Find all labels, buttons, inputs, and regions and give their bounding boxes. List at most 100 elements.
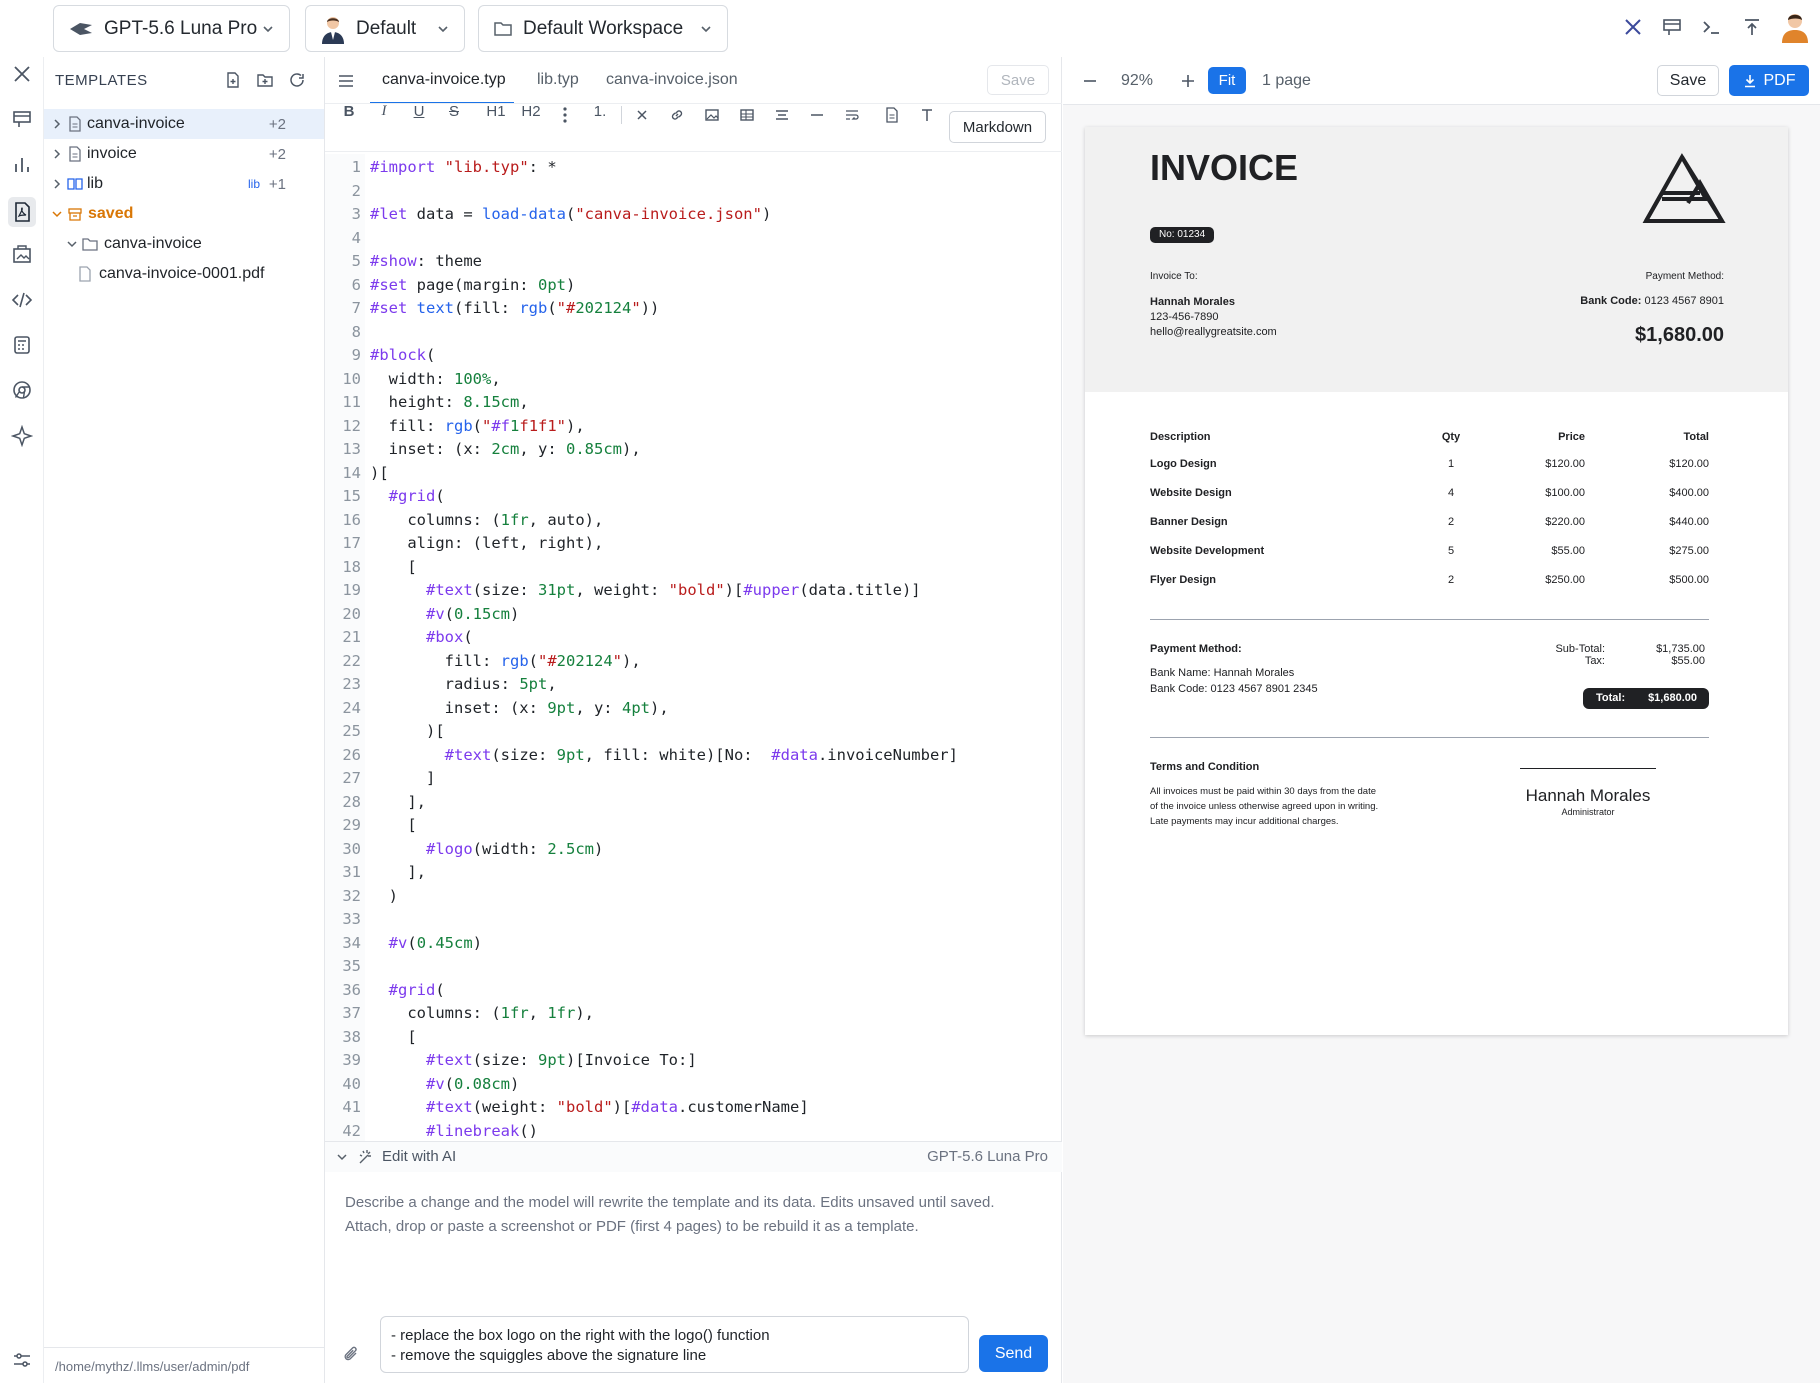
new-file-icon[interactable]: [224, 71, 242, 89]
code-line: fill: rgb("#f1f1f1"),: [370, 416, 585, 435]
image-icon[interactable]: [704, 107, 720, 123]
code-icon[interactable]: [9, 287, 35, 313]
heading1-button[interactable]: H1: [481, 103, 511, 120]
text-type-icon[interactable]: [919, 107, 935, 123]
signature-name: Hannah Morales: [1525, 786, 1651, 805]
code-line: ): [370, 886, 398, 905]
terminal-icon[interactable]: [1700, 16, 1722, 38]
code-line: width: 100%,: [370, 369, 501, 388]
line-number: 20: [342, 604, 361, 623]
workspace-selector[interactable]: Default Workspace: [478, 5, 728, 52]
tree-item-invoice[interactable]: invoice +2: [44, 139, 324, 169]
clear-format-icon[interactable]: [634, 107, 650, 123]
code-line: #grid(: [388, 980, 445, 999]
tree-item-canva-invoice[interactable]: canva-invoice +2: [44, 109, 324, 139]
line-number: 22: [342, 651, 361, 670]
model-selector[interactable]: GPT-5.6 Luna Pro: [53, 5, 290, 52]
ai-prompt-input[interactable]: - replace the box logo on the right with…: [380, 1316, 969, 1373]
upload-icon[interactable]: [1741, 16, 1763, 38]
menu-icon[interactable]: [337, 72, 355, 90]
zoom-out-icon[interactable]: [1081, 72, 1099, 90]
user-avatar[interactable]: [1780, 11, 1810, 43]
ai-panel-header[interactable]: Edit with AI GPT-5.6 Luna Pro: [325, 1142, 1062, 1172]
magic-wand-icon: [357, 1148, 375, 1166]
folder-icon: [81, 235, 99, 253]
underline-button[interactable]: U: [405, 103, 433, 120]
subtotal-label: Sub-Total:: [1555, 643, 1605, 655]
row-price: $100.00: [1545, 487, 1585, 499]
tab-lib-typ[interactable]: lib.typ: [537, 71, 579, 89]
line-number: 9: [351, 346, 361, 364]
gallery-icon[interactable]: [9, 241, 35, 267]
row-qty: 2: [1447, 574, 1455, 586]
code-editor[interactable]: 1 #import "lib.typ": * 2 3 #let data = load-…: [325, 154, 1062, 1141]
row-description: Website Design: [1150, 487, 1232, 499]
line-number: 10: [342, 369, 361, 388]
settings-sliders-icon[interactable]: [9, 1347, 35, 1373]
file-path: /home/mythz/.llms/user/admin/pdf: [55, 1359, 250, 1374]
total-label: Total:: [1596, 692, 1626, 704]
pdf-icon[interactable]: [8, 197, 36, 227]
tools-icon[interactable]: [9, 61, 35, 87]
horizontal-rule-icon[interactable]: [809, 107, 825, 123]
divider: [1150, 737, 1709, 738]
refresh-icon[interactable]: [288, 71, 306, 89]
heading2-button[interactable]: H2: [516, 103, 546, 120]
link-icon[interactable]: [669, 107, 685, 123]
line-number: 18: [342, 557, 361, 576]
line-number: 15: [342, 487, 361, 505]
projector-icon[interactable]: [1661, 16, 1683, 38]
change-count: +2: [268, 115, 286, 133]
tab-canva-invoice-typ[interactable]: canva-invoice.typ: [382, 71, 506, 89]
calculator-icon[interactable]: [9, 332, 35, 358]
lib-badge: lib: [247, 177, 260, 191]
bold-button[interactable]: B: [335, 103, 363, 120]
line-number: 7: [351, 299, 361, 317]
projector-icon[interactable]: [9, 106, 35, 132]
browser-icon[interactable]: [9, 377, 35, 403]
chevron-down-icon: [436, 22, 450, 36]
code-line: #box(: [426, 628, 473, 646]
zoom-in-icon[interactable]: [1179, 72, 1197, 90]
row-total: $440.00: [1669, 516, 1709, 528]
tree-item-saved[interactable]: saved: [44, 199, 324, 229]
line-number: 42: [342, 1121, 361, 1140]
more-vertical-icon[interactable]: [561, 106, 569, 124]
save-button[interactable]: Save: [987, 65, 1049, 95]
row-qty: 2: [1447, 516, 1455, 528]
paperclip-icon[interactable]: [342, 1344, 360, 1364]
payment-heading: Payment Method:: [1150, 643, 1242, 655]
code-line: #v(0.08cm): [426, 1074, 520, 1093]
line-number: 35: [342, 957, 361, 975]
strikethrough-button[interactable]: S: [440, 103, 468, 120]
tree-item-lib[interactable]: lib lib +1: [44, 169, 324, 199]
line-number: 29: [342, 816, 361, 834]
italic-button[interactable]: I: [370, 103, 398, 120]
tools-icon[interactable]: [1622, 16, 1644, 38]
tab-canva-invoice-json[interactable]: canva-invoice.json: [606, 71, 738, 89]
tree-item-pdf[interactable]: canva-invoice-0001.pdf: [44, 259, 324, 289]
page-break-icon[interactable]: [844, 107, 860, 123]
pdf-button[interactable]: PDF: [1729, 65, 1809, 96]
sidebar-title: TEMPLATES: [55, 72, 148, 89]
sparkle-icon[interactable]: [9, 423, 35, 449]
numbered-list-button[interactable]: 1.: [586, 103, 614, 120]
analytics-icon[interactable]: [9, 152, 35, 178]
send-button[interactable]: Send: [979, 1335, 1048, 1372]
chevron-right-icon: [50, 175, 64, 193]
persona-selector[interactable]: Default: [305, 5, 465, 52]
ai-description-line: Attach, drop or paste a screenshot or PD…: [345, 1218, 919, 1235]
code-line: #linebreak(): [426, 1121, 538, 1140]
markdown-button[interactable]: Markdown: [949, 111, 1046, 143]
fit-button[interactable]: Fit: [1208, 67, 1246, 94]
document-icon[interactable]: [884, 107, 900, 123]
new-folder-icon[interactable]: [256, 71, 274, 89]
save-button[interactable]: Save: [1657, 65, 1719, 96]
align-center-icon[interactable]: [774, 107, 790, 123]
tree-item-saved-canva-invoice[interactable]: canva-invoice: [44, 229, 324, 259]
code-line: #let data = load-data("canva-invoice.jso…: [370, 205, 772, 223]
row-qty: 4: [1447, 487, 1455, 499]
book-icon: [66, 176, 84, 192]
line-number: 5: [351, 252, 361, 270]
table-icon[interactable]: [739, 107, 755, 123]
